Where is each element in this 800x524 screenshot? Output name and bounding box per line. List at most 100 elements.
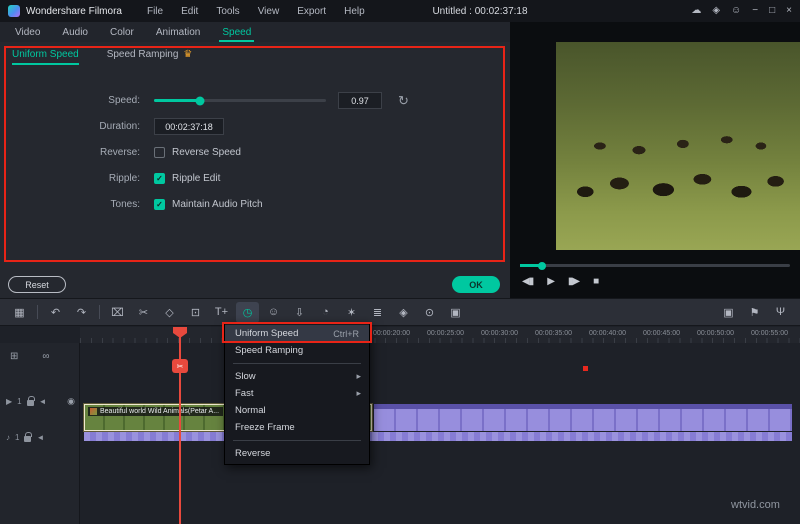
reverse-checkbox[interactable] — [154, 147, 165, 158]
speed-panel: Uniform Speed Speed Ramping ♛ Speed: 0.97 … — [0, 42, 510, 298]
crop-icon[interactable]: ⊡ — [184, 302, 207, 323]
undo-icon[interactable]: ↶ — [44, 302, 67, 323]
speed-slider[interactable] — [154, 96, 326, 105]
toolbar-divider — [99, 305, 100, 319]
export-frame-icon[interactable]: ⇩ — [288, 302, 311, 323]
timeline: 00:00:20:00 00:00:25:00 00:00:30:00 00:00:3… — [0, 327, 800, 524]
preview-seekbar[interactable] — [520, 261, 790, 270]
tab-speed[interactable]: Speed — [211, 22, 262, 42]
menubar: File Edit Tools View Export Help — [138, 6, 374, 17]
speed-label: Speed: — [108, 95, 140, 106]
mask-icon[interactable]: ☺ — [262, 302, 285, 323]
motion-track-icon[interactable]: ⊙ — [418, 302, 441, 323]
video-track-header[interactable]: ▶ 1 ◄ ◉ — [0, 387, 80, 415]
duration-row: Duration: 00:02:37:18 — [0, 118, 510, 135]
reset-button[interactable]: Reset — [8, 276, 66, 293]
ruler-label: 00:00:35:00 — [535, 330, 572, 337]
menu-item-label: Normal — [235, 405, 266, 416]
tab-animation[interactable]: Animation — [145, 22, 211, 42]
tab-video[interactable]: Video — [4, 22, 51, 42]
menu-edit[interactable]: Edit — [172, 6, 207, 17]
app-title: Wondershare Filmora — [26, 5, 122, 17]
delete-icon[interactable]: ⌧ — [106, 302, 129, 323]
stop-icon[interactable]: ■ — [593, 276, 599, 287]
duration-input[interactable]: 00:02:37:18 — [154, 118, 224, 135]
prev-frame-icon[interactable]: ◀▮ — [522, 276, 534, 287]
speed-icon[interactable]: ◷ — [236, 301, 259, 323]
lock-icon[interactable] — [24, 431, 33, 442]
preview-controls: ◀▮ ▶ ▮▶ ■ — [522, 276, 599, 287]
menu-item-speed-ramping[interactable]: Speed Ramping — [225, 342, 369, 359]
app-logo-icon — [8, 5, 20, 17]
menu-export[interactable]: Export — [288, 6, 335, 17]
menu-help[interactable]: Help — [335, 6, 374, 17]
upgrade-icon[interactable]: ◈ — [712, 6, 720, 16]
next-frame-icon[interactable]: ▮▶ — [568, 276, 580, 287]
tones-checkbox[interactable]: ✓ — [154, 199, 165, 210]
stabilize-icon[interactable]: ▣ — [444, 302, 467, 323]
menu-item-fast[interactable]: Fast ▸ — [225, 385, 369, 402]
mute-icon[interactable]: ◄ — [39, 397, 47, 406]
menu-item-uniform-speed[interactable]: Uniform Speed Ctrl+R — [225, 325, 369, 342]
timeline-clip-video-2[interactable] — [374, 404, 792, 431]
eye-icon[interactable]: ◉ — [67, 396, 75, 407]
snap-icon[interactable]: ∞ — [42, 351, 49, 362]
track-manager-icon[interactable]: ⊞ — [10, 351, 18, 362]
marker-icon[interactable]: ⚑ — [743, 302, 766, 323]
play-icon[interactable]: ▶ — [547, 276, 555, 287]
timeline-clip-audio[interactable] — [84, 432, 792, 441]
audio-track-header[interactable]: ♪ 1 ◄ — [0, 427, 80, 447]
clip-label: Beautiful world Wild Animals(Petar A... — [88, 407, 224, 416]
submenu-arrow-icon: ▸ — [356, 388, 361, 398]
video-track-number: 1 — [17, 396, 22, 406]
adjust-icon[interactable]: ≣ — [366, 302, 389, 323]
playhead-line[interactable] — [179, 327, 181, 524]
media-grid-icon[interactable]: ▦ — [8, 302, 31, 323]
menu-item-reverse[interactable]: Reverse — [225, 445, 369, 462]
snapshot-icon[interactable]: ▣ — [717, 302, 740, 323]
panel-tab-speed-ramping[interactable]: Speed Ramping ♛ — [107, 49, 193, 65]
panel-tab-uniform-speed[interactable]: Uniform Speed — [12, 49, 79, 65]
voiceover-icon[interactable]: Ψ — [769, 302, 792, 323]
cloud-icon[interactable]: ☁ — [691, 6, 701, 16]
mute-icon[interactable]: ◄ — [36, 433, 44, 442]
keyframe-icon[interactable]: ◈ — [392, 302, 415, 323]
speed-context-menu: Uniform Speed Ctrl+R Speed Ramping Slow ▸ Fas… — [224, 322, 370, 465]
menu-item-normal[interactable]: Normal — [225, 402, 369, 419]
tag-icon[interactable]: ◇ — [158, 302, 181, 323]
reset-speed-icon[interactable]: ↻ — [398, 94, 409, 107]
preview-seekbar-thumb[interactable] — [537, 261, 546, 270]
menu-view[interactable]: View — [249, 6, 289, 17]
split-icon[interactable]: ✂ — [132, 302, 155, 323]
ruler-label: 00:00:25:00 — [427, 330, 464, 337]
lock-icon[interactable] — [26, 395, 35, 406]
ruler-label: 00:00:30:00 — [481, 330, 518, 337]
duration-label: Duration: — [99, 121, 140, 132]
preview-video — [556, 42, 800, 250]
effects-icon[interactable]: ✶ — [340, 302, 363, 323]
reverse-row: Reverse: Reverse Speed — [0, 144, 510, 161]
playhead-cut-icon[interactable]: ✂ — [172, 359, 188, 373]
menu-file[interactable]: File — [138, 6, 172, 17]
menu-tools[interactable]: Tools — [207, 6, 248, 17]
minimize-icon[interactable]: − — [752, 6, 758, 16]
text-icon[interactable]: T+ — [210, 302, 233, 323]
menu-item-freeze-frame[interactable]: Freeze Frame — [225, 419, 369, 436]
maximize-icon[interactable]: □ — [769, 6, 775, 16]
timeline-marker[interactable] — [583, 366, 588, 371]
timeline-ruler[interactable]: 00:00:20:00 00:00:25:00 00:00:30:00 00:00:3… — [80, 327, 800, 343]
menu-item-slow[interactable]: Slow ▸ — [225, 368, 369, 385]
redo-icon[interactable]: ↷ — [70, 302, 93, 323]
ripple-label: Ripple: — [108, 173, 140, 184]
tab-audio[interactable]: Audio — [51, 22, 99, 42]
speed-value-input[interactable]: 0.97 — [338, 92, 382, 109]
chroma-key-icon[interactable]: ◔ — [314, 302, 337, 323]
account-icon[interactable]: ☺ — [731, 6, 741, 16]
speed-slider-thumb[interactable] — [195, 96, 205, 105]
menu-shortcut: Ctrl+R — [333, 328, 359, 339]
ripple-checkbox[interactable]: ✓ — [154, 173, 165, 184]
ruler-label: 00:00:20:00 — [373, 330, 410, 337]
ok-button[interactable]: OK — [452, 276, 500, 293]
tab-color[interactable]: Color — [99, 22, 145, 42]
close-icon[interactable]: × — [786, 6, 792, 16]
